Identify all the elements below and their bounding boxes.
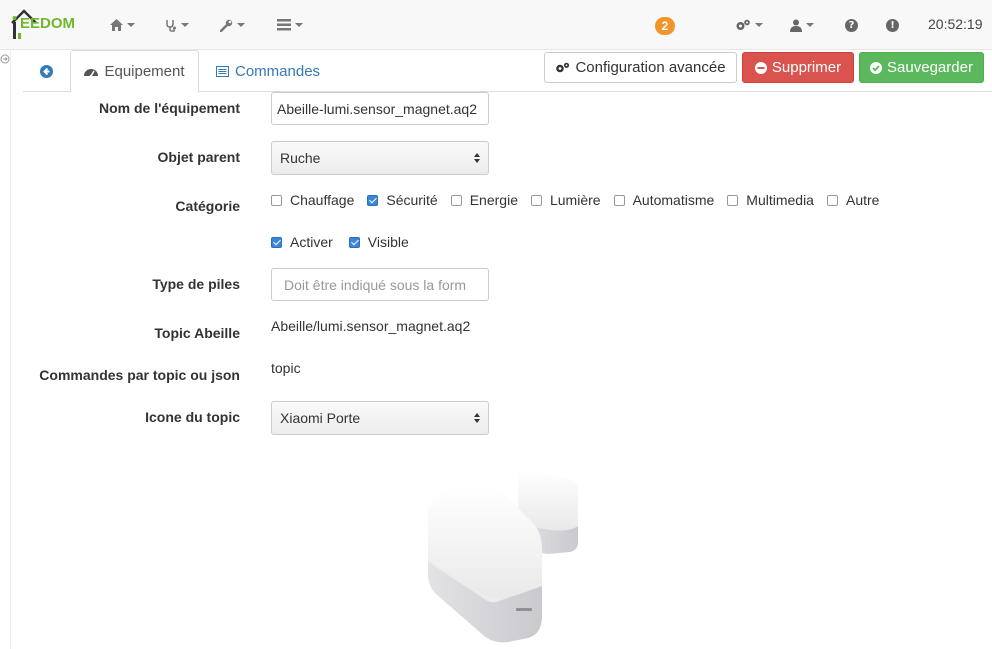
question-icon: ? (845, 18, 858, 32)
category-chauffage[interactable]: Chauffage (271, 192, 354, 208)
cmd-mode-value: topic (271, 360, 301, 376)
select-arrows-icon (474, 413, 480, 423)
parent-select[interactable]: Ruche (271, 141, 489, 175)
icon-label: Icone du topic (145, 409, 240, 425)
home-icon (110, 19, 123, 31)
select-arrows-icon (474, 153, 480, 163)
chevron-down-icon (237, 23, 245, 27)
tab-commandes[interactable]: Commandes (216, 50, 320, 92)
checkbox[interactable] (450, 194, 462, 206)
chevron-down-icon (181, 23, 189, 27)
tools-menu[interactable] (220, 15, 245, 35)
top-navbar: EEDOM 2 ? ! 20:52:19 (0, 0, 992, 50)
sign-in-icon (0, 54, 10, 64)
door-sensor-image (428, 470, 578, 643)
category-label-text: Energie (469, 192, 518, 208)
alerts-button[interactable]: ! (886, 15, 899, 35)
activate-label: Activer (290, 234, 333, 250)
visible-option[interactable]: Visible (348, 234, 409, 250)
name-input[interactable] (271, 92, 489, 125)
cmd-mode-label: Commandes par topic ou json (39, 367, 240, 383)
category-label-text: Sécurité (386, 192, 438, 208)
category-automatisme[interactable]: Automatisme (613, 192, 715, 208)
options-checkboxes: Activer Visible (271, 234, 422, 250)
visible-label: Visible (367, 234, 409, 250)
check-circle-icon (870, 61, 883, 74)
delete-button[interactable]: Supprimer (742, 52, 854, 83)
tab-commandes-label: Commandes (235, 62, 321, 80)
parent-select-value: Ruche (280, 150, 321, 166)
checkbox[interactable] (613, 194, 625, 206)
stethoscope-icon (166, 19, 176, 32)
chevron-down-icon (806, 23, 814, 27)
advanced-config-label: Configuration avancée (575, 59, 726, 76)
category-energie[interactable]: Energie (450, 192, 518, 208)
battery-label: Type de piles (152, 276, 240, 292)
user-menu[interactable] (790, 15, 814, 35)
parent-label: Objet parent (157, 149, 240, 165)
logo-text: EEDOM (20, 15, 76, 32)
cogs-icon (556, 62, 570, 72)
save-label: Sauvegarder (887, 59, 973, 76)
advanced-config-button[interactable]: Configuration avancée (544, 52, 737, 83)
tab-equipement[interactable]: Equipement (70, 50, 199, 93)
minus-circle-icon (754, 61, 767, 74)
category-label-text: Chauffage (290, 192, 355, 208)
checkbox-checked[interactable] (367, 194, 379, 206)
exclamation-icon: ! (886, 18, 899, 32)
home-menu[interactable] (110, 15, 135, 35)
topic-label: Topic Abeille (154, 325, 240, 341)
category-label-text: Lumière (549, 192, 601, 208)
category-label-text: Automatisme (632, 192, 715, 208)
checkbox-checked[interactable] (271, 236, 282, 248)
name-label: Nom de l'équipement (98, 100, 240, 116)
tachometer-icon (84, 69, 99, 77)
clock: 20:52:19 (928, 16, 983, 32)
plugins-menu[interactable] (277, 15, 303, 35)
tab-back[interactable] (23, 50, 69, 92)
save-button[interactable]: Sauvegarder (859, 52, 984, 83)
chevron-down-icon (127, 23, 135, 27)
checkbox[interactable] (530, 194, 542, 206)
battery-input[interactable] (271, 268, 489, 301)
health-menu[interactable] (165, 15, 189, 35)
category-autre[interactable]: Autre (826, 192, 880, 208)
icon-select[interactable]: Xiaomi Porte (271, 401, 489, 435)
sidebar-edge (10, 50, 11, 649)
checkbox[interactable] (727, 194, 739, 206)
list-alt-icon (216, 65, 229, 77)
tab-equipement-label: Equipement (104, 63, 185, 80)
category-label-text: Autre (845, 192, 880, 208)
chevron-down-icon (295, 23, 303, 27)
list-icon (277, 19, 291, 31)
category-label: Catégorie (175, 198, 240, 214)
category-securite[interactable]: Sécurité (367, 192, 438, 208)
settings-menu[interactable] (735, 15, 763, 35)
message-count-badge[interactable]: 2 (655, 17, 675, 35)
category-checkboxes: Chauffage Sécurité Energie Lumière Autom… (271, 192, 892, 208)
chevron-down-icon (755, 23, 763, 27)
delete-label: Supprimer (771, 59, 842, 76)
topic-value: Abeille/lumi.sensor_magnet.aq2 (271, 318, 471, 334)
checkbox[interactable] (271, 194, 282, 206)
help-button[interactable]: ? (845, 15, 858, 35)
sidebar-toggle[interactable] (0, 54, 10, 66)
cogs-icon (736, 19, 750, 30)
category-multimedia[interactable]: Multimedia (727, 192, 814, 208)
checkbox-checked[interactable] (348, 236, 360, 248)
arrow-circle-left-icon (39, 64, 53, 78)
user-icon (790, 19, 802, 32)
category-lumiere[interactable]: Lumière (530, 192, 601, 208)
icon-select-value: Xiaomi Porte (280, 410, 361, 426)
wrench-icon (220, 19, 233, 32)
category-label-text: Multimedia (746, 192, 814, 208)
activate-option[interactable]: Activer (271, 234, 333, 250)
checkbox[interactable] (826, 194, 838, 206)
